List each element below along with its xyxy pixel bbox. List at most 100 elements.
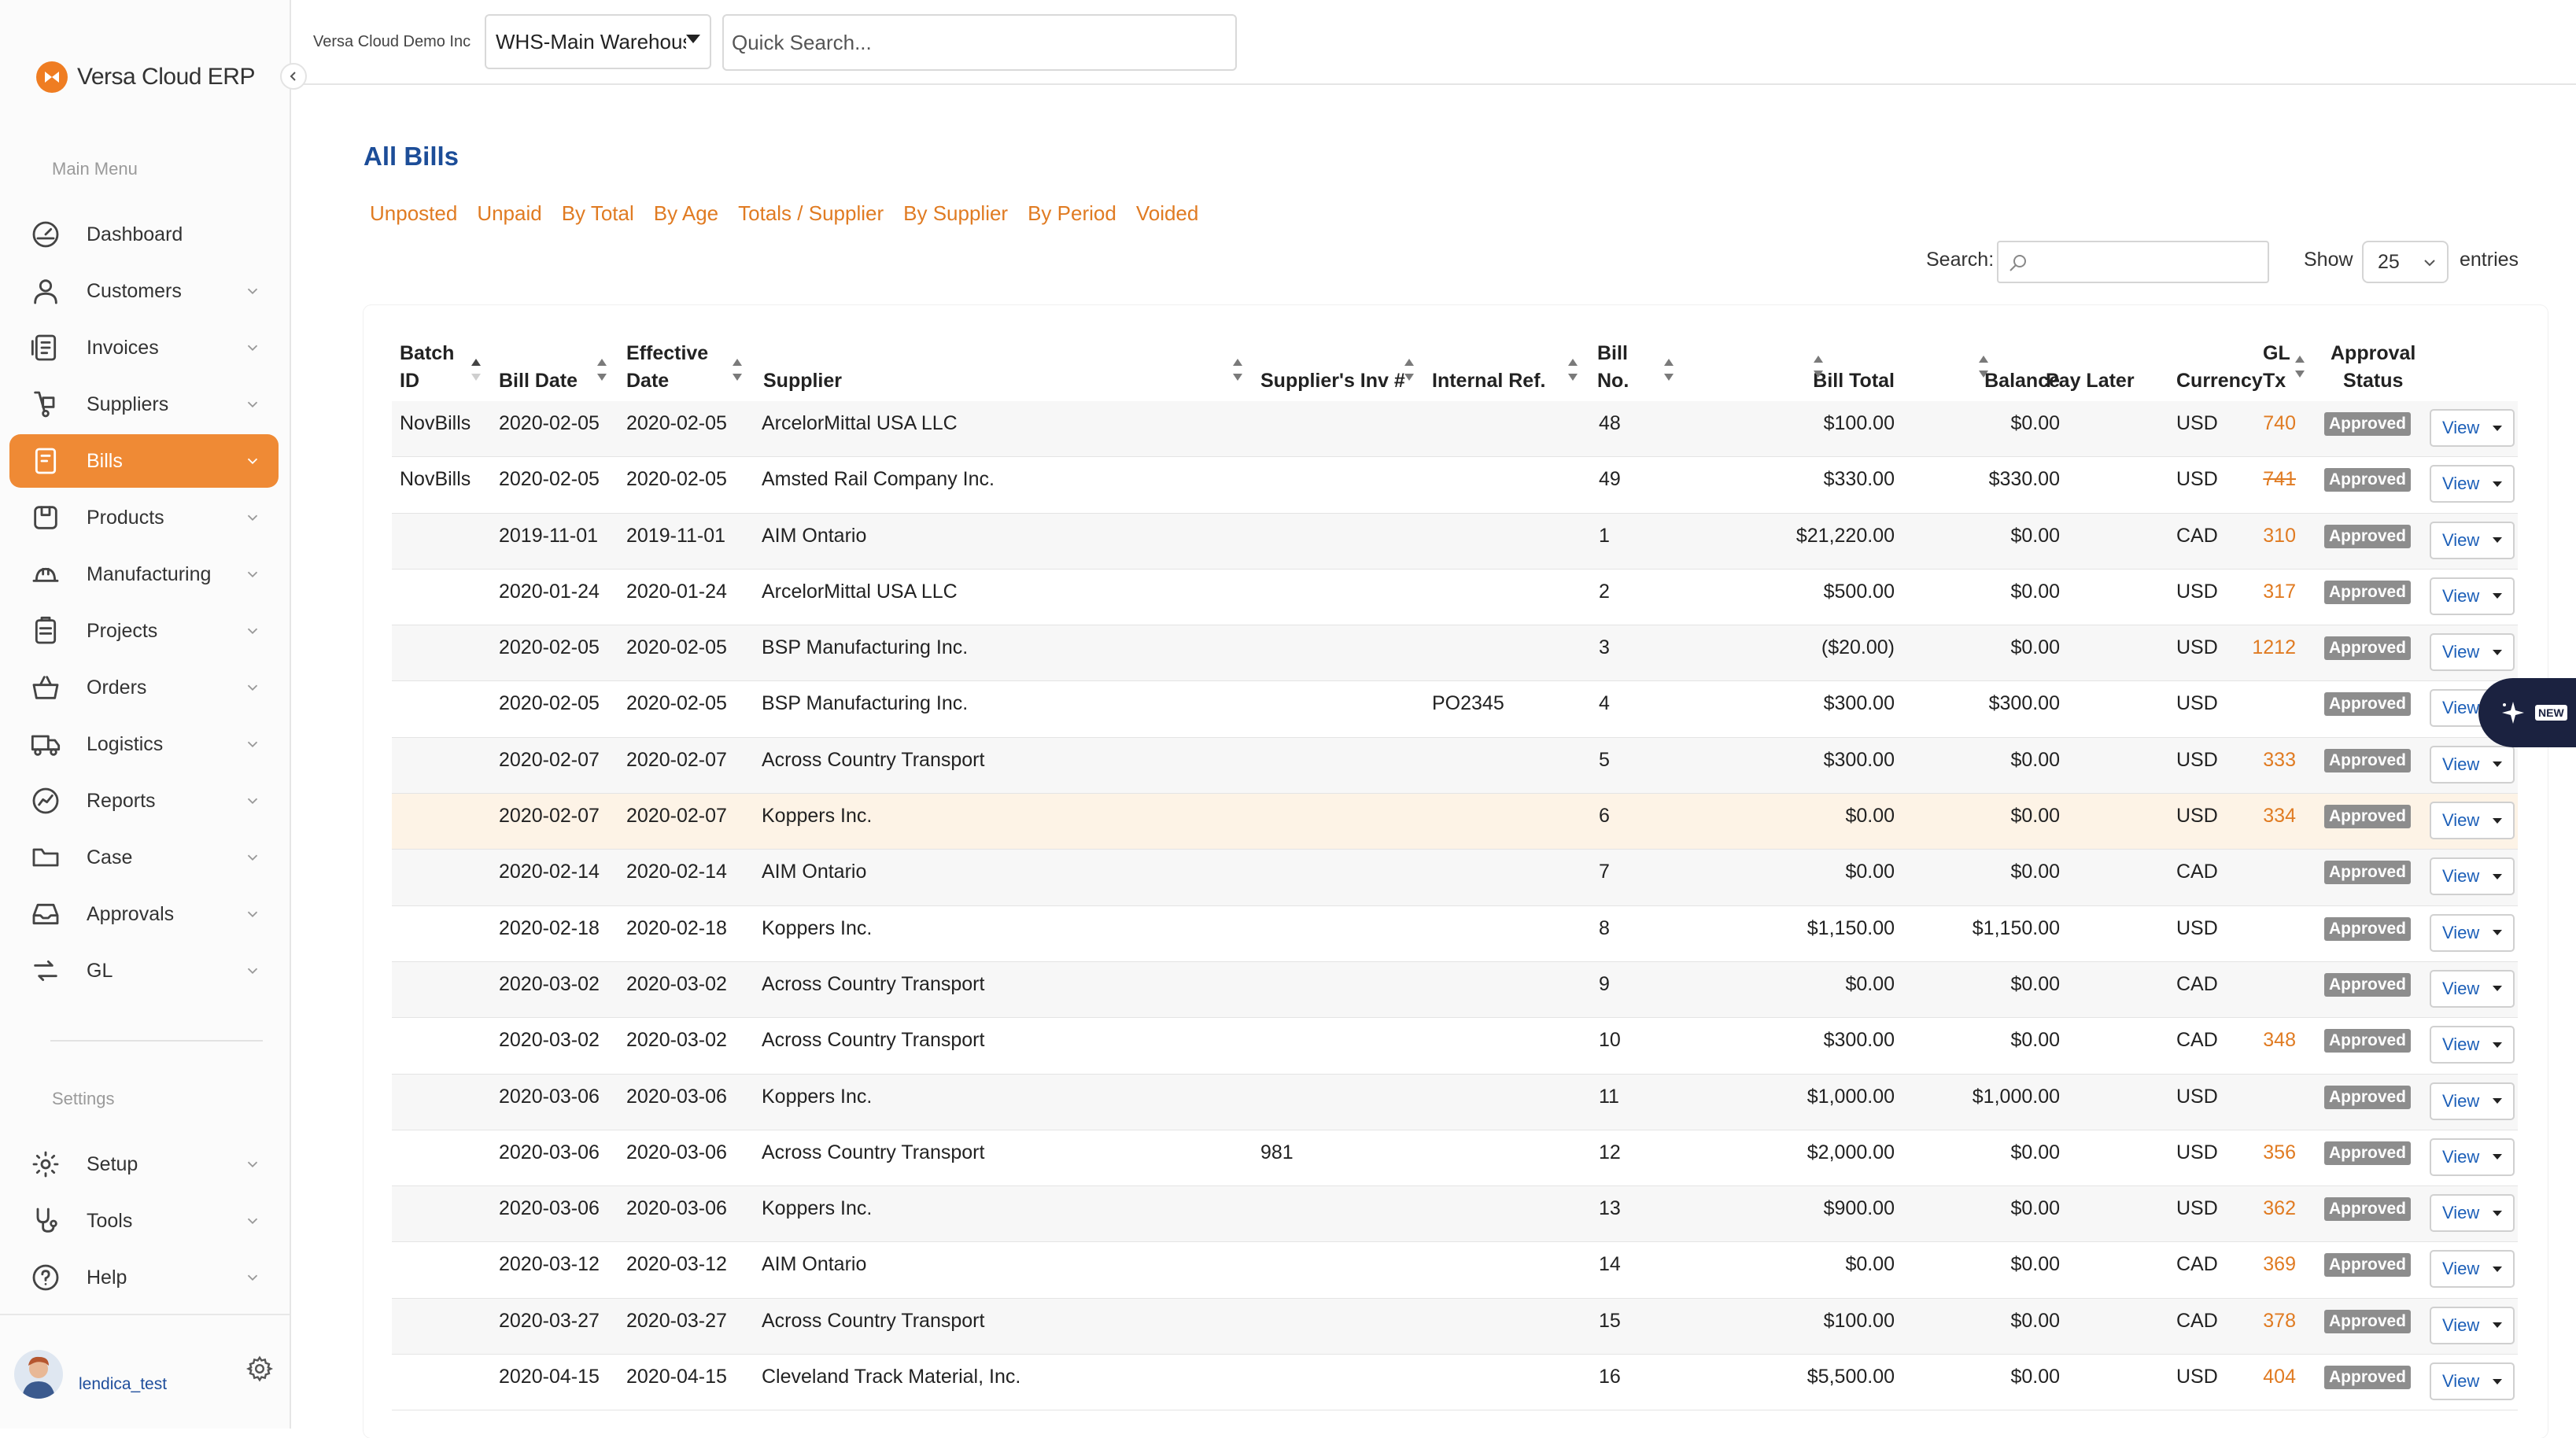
gl-tx-link[interactable]: 333	[2233, 749, 2296, 772]
sort-icon[interactable]	[1978, 356, 1989, 378]
col-effective-date[interactable]: Effective Date	[626, 340, 708, 395]
caret-down-icon[interactable]	[2493, 1042, 2502, 1048]
caret-down-icon[interactable]	[2493, 1322, 2502, 1329]
table-row[interactable]: 2020-03-02 2020-03-02 Across Country Trans…	[392, 961, 2518, 1019]
col-bill-total[interactable]: Bill Total	[1729, 367, 1895, 395]
view-button[interactable]: View	[2430, 409, 2515, 447]
caret-down-icon[interactable]	[2493, 1266, 2502, 1272]
caret-down-icon[interactable]	[2493, 930, 2502, 936]
caret-down-icon[interactable]	[2493, 873, 2502, 879]
view-button[interactable]: View	[2430, 913, 2515, 952]
caret-down-icon[interactable]	[2493, 761, 2502, 768]
view-button[interactable]: View	[2430, 857, 2515, 896]
gl-tx-link[interactable]: 362	[2233, 1197, 2296, 1220]
filter-link-totals-supplier[interactable]: Totals / Supplier	[738, 201, 884, 226]
gl-tx-link[interactable]: 317	[2233, 581, 2296, 603]
gl-tx-link[interactable]: 378	[2233, 1310, 2296, 1333]
table-row[interactable]: 2020-03-06 2020-03-06 Across Country Trans…	[392, 1130, 2518, 1187]
app-logo[interactable]: Versa Cloud ERP	[36, 61, 255, 93]
sidebar-item-orders[interactable]: Orders	[9, 661, 279, 714]
table-row[interactable]: 2020-03-02 2020-03-02 Across Country Trans…	[392, 1018, 2518, 1075]
table-row[interactable]: 2020-03-06 2020-03-06 Koppers Inc. 11 $1,000…	[392, 1074, 2518, 1130]
sort-icon[interactable]	[2294, 356, 2305, 378]
view-button[interactable]: View	[2430, 1362, 2515, 1401]
gl-tx-link[interactable]: 740	[2233, 412, 2296, 435]
sidebar-item-gl[interactable]: GL	[9, 944, 279, 997]
gl-tx-link[interactable]: 334	[2233, 805, 2296, 828]
col-bill-no[interactable]: Bill No.	[1597, 340, 1629, 395]
sort-icon[interactable]	[596, 359, 607, 381]
filter-link-by-period[interactable]: By Period	[1028, 201, 1116, 226]
sidebar-item-projects[interactable]: Projects	[9, 604, 279, 658]
col-bill-date[interactable]: Bill Date	[499, 367, 578, 395]
caret-down-icon[interactable]	[2493, 1210, 2502, 1216]
gl-tx-link[interactable]: 356	[2233, 1141, 2296, 1164]
table-row[interactable]: 2020-02-05 2020-02-05 BSP Manufacturing In…	[392, 681, 2518, 738]
col-batch-id[interactable]: Batch ID	[400, 340, 454, 395]
view-button[interactable]: View	[2430, 1026, 2515, 1064]
sidebar-item-help[interactable]: Help	[9, 1251, 279, 1304]
caret-down-icon[interactable]	[2493, 537, 2502, 544]
col-currency[interactable]: Currency	[2176, 367, 2263, 395]
sidebar-item-suppliers[interactable]: Suppliers	[9, 378, 279, 431]
table-row[interactable]: 2020-02-14 2020-02-14 AIM Ontario 7 $0.00 $0.…	[392, 850, 2518, 906]
view-button[interactable]: View	[2430, 1082, 2515, 1120]
col-gl-tx[interactable]: GL Tx	[2263, 340, 2290, 395]
sidebar-item-customers[interactable]: Customers	[9, 264, 279, 318]
gl-tx-link[interactable]: 310	[2233, 525, 2296, 548]
sidebar-item-dashboard[interactable]: Dashboard	[9, 208, 279, 261]
table-row[interactable]: 2020-03-27 2020-03-27 Across Country Trans…	[392, 1298, 2518, 1355]
page-length-select[interactable]: 25	[2362, 241, 2449, 283]
view-button[interactable]: View	[2430, 1306, 2515, 1344]
gl-tx-link[interactable]: 369	[2233, 1253, 2296, 1276]
sort-icon[interactable]	[1404, 359, 1415, 381]
col-pay-later[interactable]: Pay Later	[2046, 367, 2135, 395]
view-button[interactable]: View	[2430, 577, 2515, 615]
table-row[interactable]: 2019-11-01 2019-11-01 AIM Ontario 1 $21,220.…	[392, 513, 2518, 570]
filter-link-by-age[interactable]: By Age	[654, 201, 718, 226]
table-row[interactable]: 2020-02-07 2020-02-07 Koppers Inc. 6 $0.00 $0…	[392, 794, 2518, 850]
view-button[interactable]: View	[2430, 802, 2515, 840]
gl-tx-link[interactable]: 1212	[2233, 636, 2296, 659]
view-button[interactable]: View	[2430, 521, 2515, 559]
table-row[interactable]: 2020-03-06 2020-03-06 Koppers Inc. 13 $900.0…	[392, 1186, 2518, 1243]
sidebar-item-case[interactable]: Case	[9, 831, 279, 884]
view-button[interactable]: View	[2430, 465, 2515, 503]
filter-link-unpaid[interactable]: Unpaid	[477, 201, 541, 226]
caret-down-icon[interactable]	[2493, 1154, 2502, 1160]
warehouse-select[interactable]: WHS-Main Warehouse	[485, 14, 711, 69]
quick-search-input[interactable]	[722, 14, 1237, 71]
sidebar-item-products[interactable]: Products	[9, 491, 279, 544]
gl-tx-link[interactable]: 741	[2233, 468, 2296, 491]
caret-down-icon[interactable]	[2493, 593, 2502, 599]
sidebar-item-manufacturing[interactable]: Manufacturing	[9, 548, 279, 601]
sidebar-item-reports[interactable]: Reports	[9, 774, 279, 828]
col-approval-status[interactable]: Approval Status	[2331, 340, 2415, 395]
table-search-input[interactable]	[2032, 245, 2263, 280]
sort-icon[interactable]	[471, 359, 482, 381]
col-internal-ref[interactable]: Internal Ref.	[1432, 367, 1545, 395]
view-button[interactable]: View	[2430, 1250, 2515, 1289]
caret-down-icon[interactable]	[2493, 986, 2502, 992]
sidebar-collapse-button[interactable]	[280, 63, 307, 90]
caret-down-icon[interactable]	[2493, 481, 2502, 487]
caret-down-icon[interactable]	[2493, 649, 2502, 655]
table-row[interactable]: 2020-02-07 2020-02-07 Across Country Trans…	[392, 737, 2518, 795]
caret-down-icon[interactable]	[2493, 1098, 2502, 1104]
sort-icon[interactable]	[1567, 359, 1578, 381]
filter-link-by-total[interactable]: By Total	[562, 201, 634, 226]
table-row[interactable]: 2020-03-12 2020-03-12 AIM Ontario 14 $0.00 $0…	[392, 1242, 2518, 1299]
sidebar-item-invoices[interactable]: Invoices	[9, 321, 279, 374]
view-button[interactable]: View	[2430, 1137, 2515, 1176]
filter-link-by-supplier[interactable]: By Supplier	[903, 201, 1008, 226]
view-button[interactable]: View	[2430, 969, 2515, 1008]
view-button[interactable]: View	[2430, 633, 2515, 672]
sidebar-item-logistics[interactable]: Logistics	[9, 717, 279, 771]
table-search-box[interactable]	[1997, 241, 2269, 283]
table-row[interactable]: NovBills 2020-02-05 2020-02-05 Amsted Rail …	[392, 457, 2518, 514]
table-row[interactable]: 2020-02-05 2020-02-05 BSP Manufacturing In…	[392, 625, 2518, 682]
table-row[interactable]: NovBills 2020-02-05 2020-02-05 ArcelorMitta…	[392, 401, 2518, 458]
new-feature-button[interactable]: NEW	[2478, 678, 2576, 747]
gl-tx-link[interactable]: 404	[2233, 1366, 2296, 1388]
caret-down-icon[interactable]	[2493, 817, 2502, 824]
